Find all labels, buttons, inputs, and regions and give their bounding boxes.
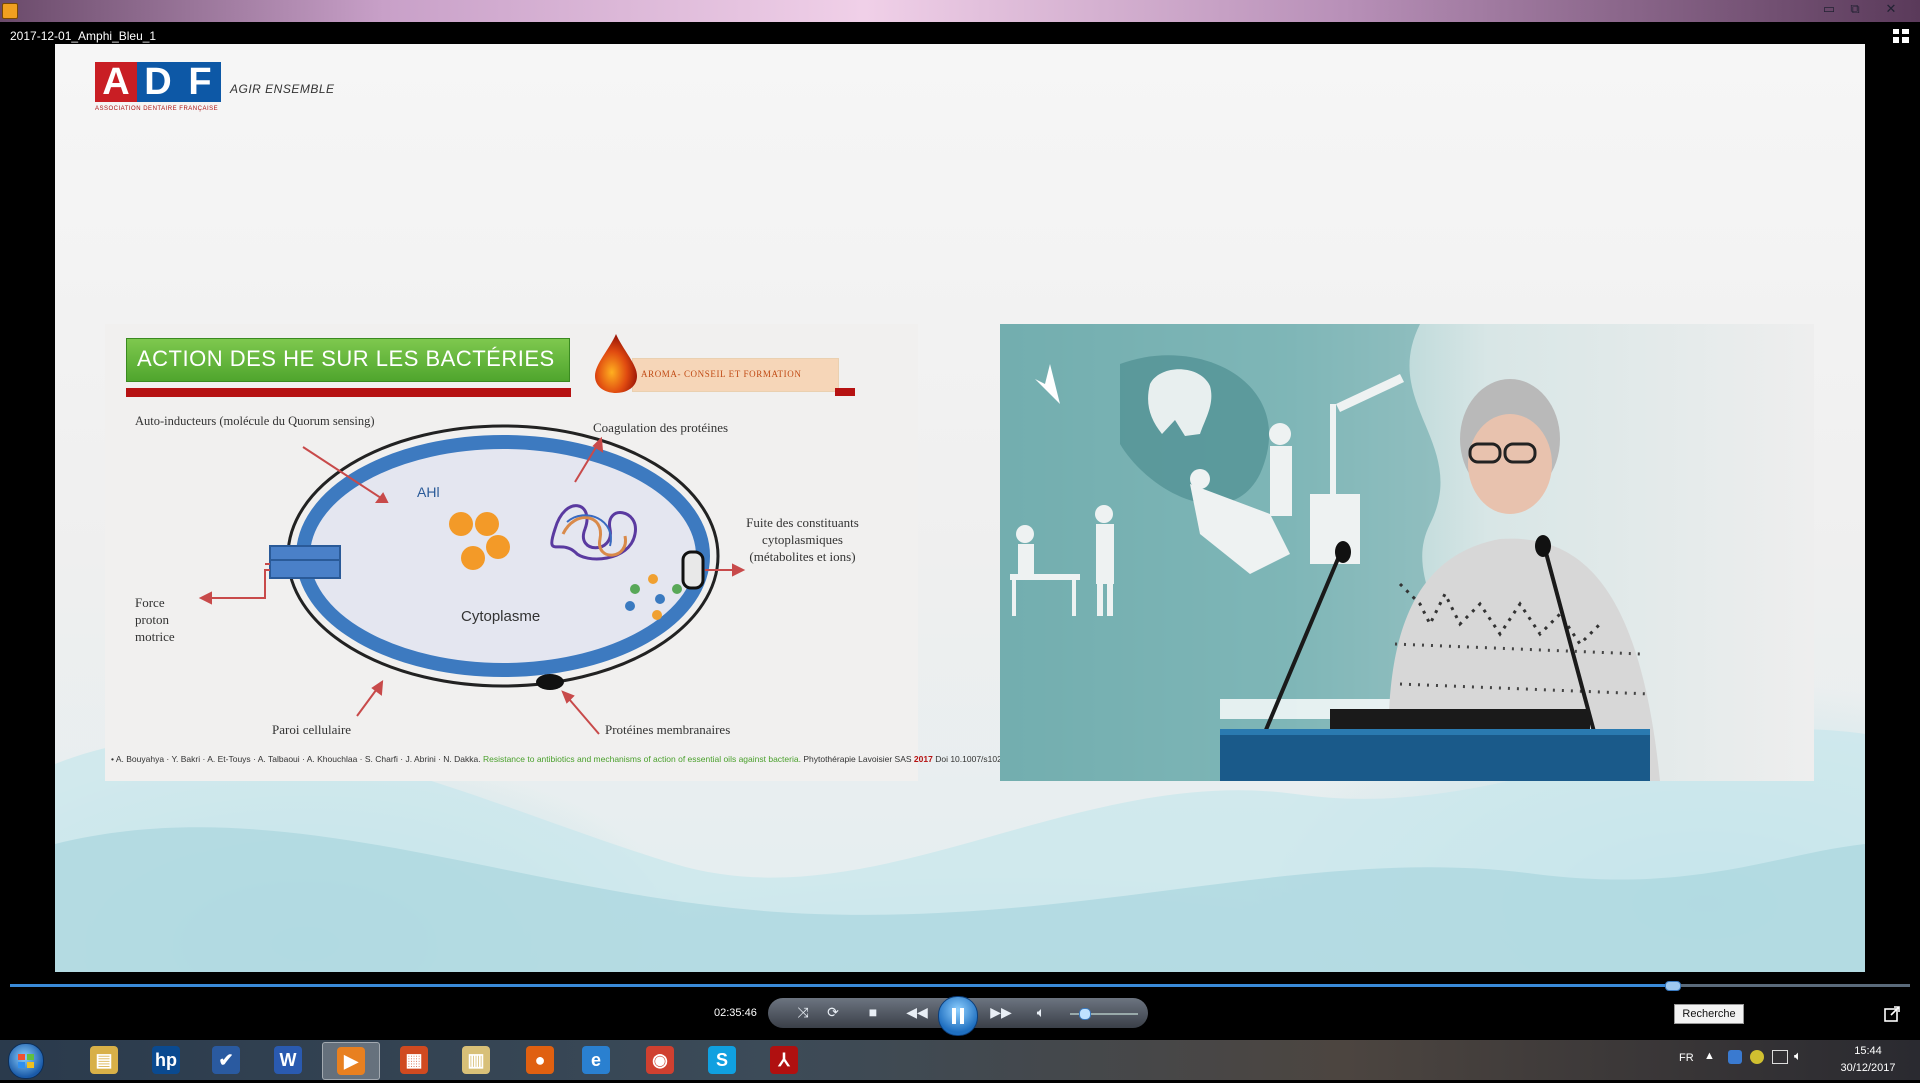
taskbar-hp-button[interactable]: hp	[138, 1042, 194, 1078]
reference-year: 2017	[913, 754, 933, 764]
maximize-button[interactable]: ⧉	[1842, 1, 1868, 17]
ie-icon: e	[582, 1046, 610, 1074]
label-paroi: Paroi cellulaire	[272, 722, 352, 737]
check-icon: ✔	[212, 1046, 240, 1074]
taskbar-folder-button[interactable]: ▥	[448, 1042, 504, 1078]
explorer-icon: ▤	[90, 1046, 118, 1074]
taskbar-media-player-button[interactable]: ▶	[322, 1042, 380, 1080]
minimize-button[interactable]: ▭	[1816, 1, 1842, 17]
pause-icon	[952, 1008, 964, 1024]
folder-icon: ▥	[462, 1046, 490, 1074]
taskbar-check-button[interactable]: ✔	[198, 1042, 254, 1078]
chrome-icon: ◉	[646, 1046, 674, 1074]
volume-icon[interactable]: 🔈︎	[1030, 1002, 1052, 1022]
shuffle-icon[interactable]: ⤨	[792, 1002, 814, 1022]
label-cytoplasme: Cytoplasme	[461, 608, 541, 625]
skype-icon: S	[708, 1046, 736, 1074]
label-coagulation: Coagulation des protéines	[593, 420, 729, 435]
slide-reference: • A. Bouyahya · Y. Bakri · A. Et-Touys ·…	[111, 754, 1054, 764]
close-button[interactable]: ✕	[1878, 1, 1904, 17]
tray-clock-time[interactable]: 15:44	[1840, 1045, 1896, 1057]
logo-subtitle: ASSOCIATION DENTAIRE FRANÇAISE	[95, 106, 219, 112]
media-player-icon: ▶	[337, 1047, 365, 1075]
label-auto-inducteurs: Auto-inducteurs (molécule du Quorum sens…	[135, 414, 375, 428]
window-title: 2017-12-01_Amphi_Bleu_1	[10, 29, 157, 43]
tray-expand-icon[interactable]: ▲	[1704, 1050, 1715, 1062]
elapsed-time: 02:35:46	[714, 1007, 757, 1019]
adf-logo: A D F	[95, 62, 221, 106]
stop-button[interactable]: ■	[862, 1002, 884, 1022]
label-fuite-line-3: (métabolites et ions)	[749, 549, 856, 564]
label-ahl: AHl	[417, 484, 440, 500]
desktop-strip: ▭ ⧉ ✕	[0, 0, 1920, 22]
firefox-icon: ●	[526, 1046, 554, 1074]
label-force: Force proton motrice	[135, 594, 175, 645]
logo-letter-d: D	[137, 62, 179, 102]
tray-clock-date[interactable]: 30/12/2017	[1832, 1062, 1904, 1074]
label-fuite-line-2: cytoplasmiques	[762, 532, 843, 547]
switch-to-library-icon[interactable]	[1884, 1006, 1900, 1022]
taskbar-acrobat-button[interactable]: ⅄	[756, 1042, 812, 1078]
label-proteines: Protéines membranaires	[605, 722, 731, 737]
label-force-line-2: proton	[135, 612, 169, 627]
taskbar-firefox-button[interactable]: ●	[512, 1042, 568, 1078]
windows-logo-icon	[18, 1054, 34, 1068]
word-icon: W	[274, 1046, 302, 1074]
pause-button[interactable]	[938, 996, 978, 1036]
volume-slider-thumb[interactable]	[1078, 1008, 1091, 1020]
taskbar: ▤ hp ✔ W ▶ ▦ ▥ ● e ◉ S ⅄ FR ▲ 🔈︎ 15:44 30/12/2017	[0, 1040, 1920, 1080]
taskbar-chrome-button[interactable]: ◉	[632, 1042, 688, 1078]
fullscreen-toggle-icon[interactable]	[1892, 28, 1910, 44]
presentation-slide: ACTION DES HE SUR LES BACTÉRIES AROMA- C…	[105, 324, 1054, 781]
label-fuite: Fuite des constituants cytoplasmiques (m…	[735, 514, 870, 565]
speaker-video	[1000, 324, 1814, 781]
media-player-window: 2017-12-01_Amphi_Bleu_1 A D F ASSOCIATIO…	[0, 22, 1920, 1040]
taskbar-explorer-button[interactable]: ▤	[76, 1042, 132, 1078]
fast-forward-button[interactable]: ▶▶	[986, 1002, 1016, 1022]
tray-monitor-icon[interactable]	[1772, 1050, 1788, 1064]
taskbar-word-button[interactable]: W	[260, 1042, 316, 1078]
acrobat-icon: ⅄	[770, 1046, 798, 1074]
logo-letter-f: F	[179, 62, 221, 102]
tray-security-icon[interactable]	[1750, 1050, 1764, 1064]
tray-volume-icon[interactable]: 🔈︎	[1794, 1048, 1802, 1064]
video-frame[interactable]: A D F ASSOCIATION DENTAIRE FRANÇAISE AGI…	[55, 44, 1865, 972]
label-fuite-line-1: Fuite des constituants	[746, 515, 859, 530]
tray-network-icon[interactable]	[1728, 1050, 1742, 1064]
reference-authors: • A. Bouyahya · Y. Bakri · A. Et-Touys ·…	[111, 754, 481, 764]
seek-bar-fill	[10, 984, 1673, 987]
start-button[interactable]	[8, 1043, 44, 1079]
reference-title: Resistance to antibiotics and mechanisms…	[482, 754, 801, 764]
hp-icon: hp	[152, 1046, 180, 1074]
taskbar-skype-button[interactable]: S	[694, 1042, 750, 1078]
seek-bar[interactable]	[10, 981, 1910, 991]
label-force-line-3: motrice	[135, 629, 175, 644]
repeat-icon[interactable]: ⟳	[822, 1002, 844, 1022]
label-force-line-1: Force	[135, 595, 165, 610]
logo-tagline: AGIR ENSEMBLE	[230, 82, 335, 96]
taskbar-ie-button[interactable]: e	[568, 1042, 624, 1078]
rewind-button[interactable]: ◀◀	[902, 1002, 932, 1022]
logo-letter-a: A	[95, 62, 137, 102]
tray-language[interactable]: FR	[1679, 1052, 1694, 1064]
app-icon	[2, 3, 18, 19]
office-icon: ▦	[400, 1046, 428, 1074]
reference-journal: Phytothérapie Lavoisier SAS	[803, 754, 912, 764]
seek-bar-thumb[interactable]	[1664, 981, 1681, 991]
search-button[interactable]: Recherche	[1674, 1004, 1744, 1024]
taskbar-office-button[interactable]: ▦	[386, 1042, 442, 1078]
speaker-scene	[1000, 324, 1660, 781]
